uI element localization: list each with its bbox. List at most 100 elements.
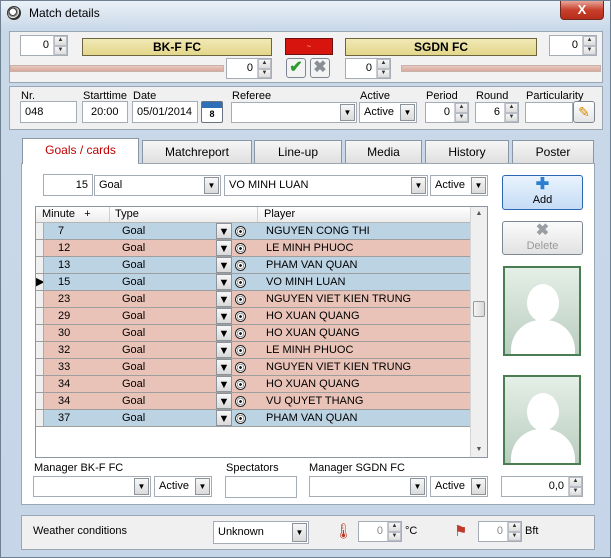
dropdown-arrow-icon[interactable]: ▼ — [216, 376, 232, 392]
weather-select[interactable]: Unknown ▼ — [213, 521, 309, 544]
away-extra-stepper[interactable]: 0 ▲ ▼ — [345, 58, 391, 79]
table-row[interactable]: 23 Goal ▼ NGUYEN VIET KIEN TRUNG — [36, 291, 487, 308]
wind-stepper[interactable]: 0 ▲ ▼ — [478, 521, 522, 542]
spin-down-icon[interactable]: ▼ — [377, 68, 390, 78]
rating-stepper[interactable]: 0,0 ▲ ▼ — [501, 476, 583, 497]
dropdown-arrow-icon[interactable]: ▼ — [204, 177, 219, 194]
dropdown-arrow-icon[interactable]: ▼ — [216, 359, 232, 375]
close-button[interactable]: X — [560, 1, 604, 20]
spin-down-icon[interactable]: ▼ — [54, 45, 67, 55]
dropdown-arrow-icon[interactable]: ▼ — [195, 478, 210, 495]
status-select[interactable]: Active ▼ — [430, 175, 488, 196]
dropdown-arrow-icon[interactable]: ▼ — [411, 177, 426, 194]
cancel-cross-icon[interactable]: ✖ — [310, 58, 330, 78]
spin-down-icon[interactable]: ▼ — [505, 112, 518, 122]
dropdown-arrow-icon[interactable]: ▼ — [134, 478, 149, 495]
col-player[interactable]: Player — [258, 207, 487, 222]
confirm-check-icon[interactable]: ✔ — [286, 58, 306, 78]
spin-up-icon[interactable]: ▲ — [508, 522, 521, 532]
dropdown-arrow-icon[interactable]: ▼ — [216, 342, 232, 358]
tab-history[interactable]: History — [425, 140, 509, 164]
tab-matchreport[interactable]: Matchreport — [142, 140, 252, 164]
tab-line-up[interactable]: Line-up — [254, 140, 342, 164]
dropdown-arrow-icon[interactable]: ▼ — [410, 478, 425, 495]
particularity-field[interactable] — [525, 102, 573, 123]
date-field[interactable]: 05/01/2014 — [132, 101, 198, 123]
col-type[interactable]: Type — [110, 207, 258, 222]
tab-poster[interactable]: Poster — [512, 140, 594, 164]
row-indicator — [36, 223, 44, 239]
tab-goals-cards[interactable]: Goals / cards — [22, 138, 139, 164]
dropdown-arrow-icon[interactable]: ▼ — [471, 478, 486, 495]
dropdown-arrow-icon[interactable]: ▼ — [216, 325, 232, 341]
col-minute[interactable]: Minute + — [36, 207, 110, 222]
table-row[interactable]: 33 Goal ▼ NGUYEN VIET KIEN TRUNG — [36, 359, 487, 376]
nr-field[interactable]: 048 — [20, 101, 77, 123]
spin-down-icon[interactable]: ▼ — [455, 112, 468, 122]
calendar-icon[interactable]: 8 — [201, 101, 223, 123]
type-select[interactable]: Goal ▼ — [94, 175, 221, 196]
tab-media[interactable]: Media — [345, 140, 422, 164]
spin-down-icon[interactable]: ▼ — [569, 486, 582, 496]
away-goals-stepper[interactable]: 0 ▲ ▼ — [549, 35, 597, 56]
spin-down-icon[interactable]: ▼ — [258, 68, 271, 78]
table-row[interactable]: 13 Goal ▼ PHAM VAN QUAN — [36, 257, 487, 274]
away-manager-status-select[interactable]: Active ▼ — [430, 476, 488, 497]
dropdown-arrow-icon[interactable]: ▼ — [216, 291, 232, 307]
row-minute: 29 — [58, 310, 71, 322]
referee-select[interactable]: ▼ — [231, 102, 357, 123]
dropdown-arrow-icon[interactable]: ▼ — [216, 393, 232, 409]
scroll-thumb[interactable] — [473, 301, 485, 317]
home-manager-select[interactable]: ▼ — [33, 476, 151, 497]
spin-up-icon[interactable]: ▲ — [455, 103, 468, 113]
table-row[interactable]: 30 Goal ▼ HO XUAN QUANG — [36, 325, 487, 342]
active-select[interactable]: Active ▼ — [359, 102, 417, 123]
spin-down-icon[interactable]: ▼ — [508, 531, 521, 541]
delete-button[interactable]: ✖ Delete — [502, 221, 583, 255]
minute-field[interactable]: 15 — [43, 174, 93, 196]
dropdown-arrow-icon[interactable]: ▼ — [292, 523, 307, 542]
spin-up-icon[interactable]: ▲ — [54, 36, 67, 46]
add-button[interactable]: ✚ Add — [502, 175, 583, 210]
scroll-up-icon[interactable]: ▲ — [471, 207, 487, 221]
spin-down-icon[interactable]: ▼ — [388, 531, 401, 541]
spin-up-icon[interactable]: ▲ — [505, 103, 518, 113]
table-row[interactable]: 12 Goal ▼ LE MINH PHUOC — [36, 240, 487, 257]
thermometer-icon: 🌡 — [334, 523, 354, 540]
spectators-field[interactable] — [225, 476, 297, 498]
table-row[interactable]: 34 Goal ▼ HO XUAN QUANG — [36, 376, 487, 393]
table-row[interactable]: 32 Goal ▼ LE MINH PHUOC — [36, 342, 487, 359]
home-manager-status-select[interactable]: Active ▼ — [154, 476, 212, 497]
dropdown-arrow-icon[interactable]: ▼ — [216, 274, 232, 290]
dropdown-arrow-icon[interactable]: ▼ — [471, 177, 486, 194]
spin-up-icon[interactable]: ▲ — [388, 522, 401, 532]
spin-up-icon[interactable]: ▲ — [569, 477, 582, 487]
home-extra-stepper[interactable]: 0 ▲ ▼ — [226, 58, 272, 79]
dropdown-arrow-icon[interactable]: ▼ — [216, 240, 232, 256]
period-stepper[interactable]: 0 ▲ ▼ — [425, 102, 469, 123]
dropdown-arrow-icon[interactable]: ▼ — [340, 104, 355, 121]
spin-up-icon[interactable]: ▲ — [377, 59, 390, 69]
temperature-stepper[interactable]: 0 ▲ ▼ — [358, 521, 402, 542]
table-row[interactable]: 37 Goal ▼ PHAM VAN QUAN — [36, 410, 487, 427]
scroll-down-icon[interactable]: ▼ — [471, 443, 487, 457]
starttime-field[interactable]: 20:00 — [82, 101, 128, 123]
table-row[interactable]: 34 Goal ▼ VU QUYET THANG — [36, 393, 487, 410]
spin-up-icon[interactable]: ▲ — [583, 36, 596, 46]
grid-scrollbar[interactable]: ▲ ▼ — [470, 207, 487, 457]
dropdown-arrow-icon[interactable]: ▼ — [400, 104, 415, 121]
dropdown-arrow-icon[interactable]: ▼ — [216, 410, 232, 426]
spin-up-icon[interactable]: ▲ — [258, 59, 271, 69]
player-select[interactable]: VO MINH LUAN ▼ — [224, 175, 428, 196]
edit-pencil-icon[interactable]: ✎ — [573, 101, 595, 123]
away-manager-select[interactable]: ▼ — [309, 476, 427, 497]
table-row[interactable]: 29 Goal ▼ HO XUAN QUANG — [36, 308, 487, 325]
dropdown-arrow-icon[interactable]: ▼ — [216, 308, 232, 324]
home-goals-stepper[interactable]: 0 ▲ ▼ — [20, 35, 68, 56]
spin-down-icon[interactable]: ▼ — [583, 45, 596, 55]
table-row[interactable]: 7 Goal ▼ NGUYEN CONG THI — [36, 223, 487, 240]
dropdown-arrow-icon[interactable]: ▼ — [216, 257, 232, 273]
dropdown-arrow-icon[interactable]: ▼ — [216, 223, 232, 239]
round-stepper[interactable]: 6 ▲ ▼ — [475, 102, 519, 123]
table-row[interactable]: ▶ 15 Goal ▼ VO MINH LUAN — [36, 274, 487, 291]
